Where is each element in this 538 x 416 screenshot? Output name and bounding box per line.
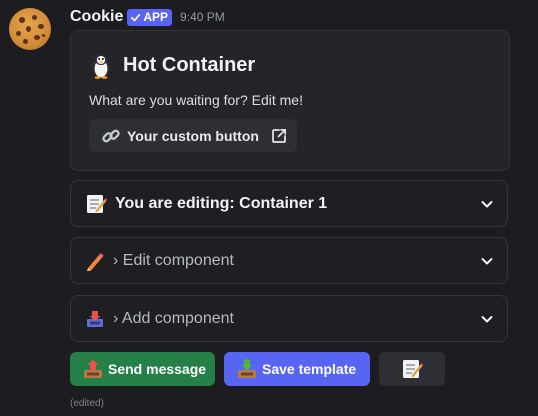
save-template-button[interactable]: Save template (224, 352, 370, 386)
chevron-down-icon (481, 201, 493, 208)
edit-component-label: › Edit component (113, 251, 234, 269)
message-header: Cookie APP 9:40 PM (70, 6, 225, 28)
container-select-label: You are editing: Container 1 (115, 194, 328, 212)
penguin-icon (92, 53, 110, 79)
edit-button[interactable] (379, 352, 445, 386)
container-select[interactable]: You are editing: Container 1 (70, 180, 508, 227)
add-component-label: › Add component (113, 309, 234, 327)
inbox-tray-icon (87, 310, 103, 327)
chevron-down-icon (481, 316, 493, 323)
checkmark-icon (131, 13, 141, 21)
custom-link-button[interactable]: Your custom button (89, 119, 297, 152)
app-badge-label: APP (143, 10, 169, 24)
container-title-row: Hot Container (89, 51, 255, 79)
pencil-icon (87, 252, 104, 271)
inbox-tray-icon (238, 359, 256, 378)
custom-link-button-label: Your custom button (127, 127, 259, 144)
outbox-tray-icon (84, 359, 102, 378)
send-message-label: Send message (108, 361, 207, 377)
memo-icon (87, 194, 107, 213)
link-icon (102, 129, 120, 142)
container-title: Hot Container (123, 53, 256, 76)
timestamp: 9:40 PM (180, 10, 225, 24)
send-message-button[interactable]: Send message (70, 352, 215, 386)
message-container: Hot Container What are you waiting for? … (70, 30, 510, 171)
container-description: What are you waiting for? Edit me! (89, 92, 303, 108)
add-component-select[interactable]: › Add component (70, 295, 508, 342)
edit-component-select[interactable]: › Edit component (70, 237, 508, 284)
app-badge: APP (127, 8, 173, 26)
external-link-icon (272, 128, 287, 143)
edited-label: (edited) (70, 398, 104, 409)
chevron-down-icon (481, 258, 493, 265)
save-template-label: Save template (262, 361, 357, 377)
username[interactable]: Cookie (70, 8, 123, 26)
avatar[interactable] (9, 8, 51, 50)
memo-icon (403, 360, 423, 378)
